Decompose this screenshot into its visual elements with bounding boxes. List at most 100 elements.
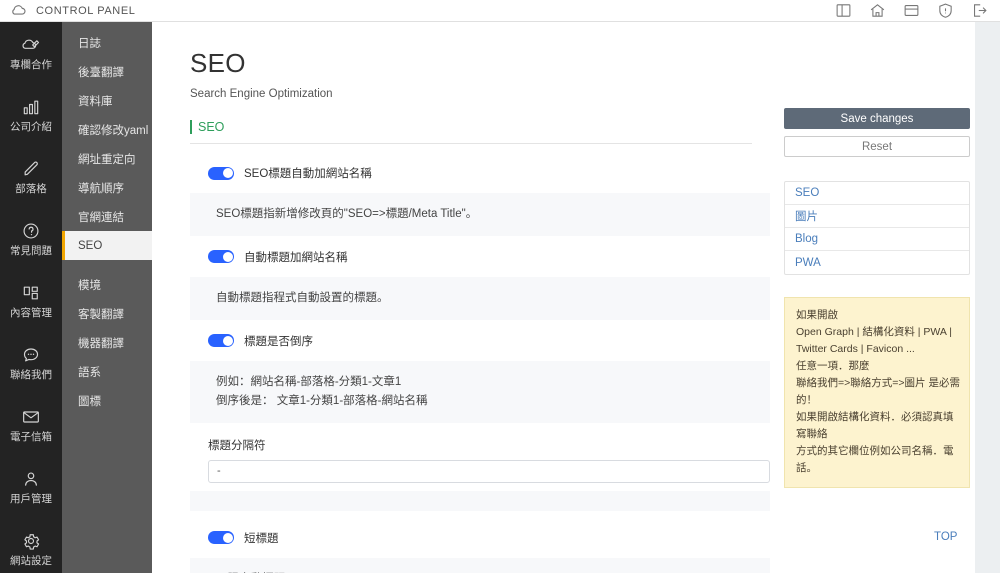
setting-row-short-title: 短標題只限自動標題例如: 網站名稱-部落格-分類1-文章1短標題：網站名稱-文章… [190,527,770,573]
subnav-item-7[interactable]: 官網連結 [62,202,152,231]
sidebar-item-5[interactable]: 內容管理 [0,270,62,332]
subnav-item-6[interactable]: 導航順序 [62,173,152,202]
separator-input[interactable] [208,459,770,483]
quick-link-2[interactable]: 圖片 [785,205,969,228]
separator-field-block: 標題分隔符 [190,437,770,511]
subnav-item-12[interactable]: 語系 [62,357,152,386]
subnav-item-5[interactable]: 網址重定向 [62,144,152,173]
sidebar-item-8[interactable]: 用戶管理 [0,456,62,518]
subnav-item-label: 導航順序 [78,182,124,195]
toggle-label: 標題是否倒序 [244,335,313,348]
subnav-item-label: 後臺翻譯 [78,66,124,79]
quick-link-label: PWA [795,256,821,269]
setting-row-title-reverse-order: 標題是否倒序例如：網站名稱-部落格-分類1-文章1 倒序後是： 文章1-分類1-部… [190,330,770,423]
toggle-label: SEO標題自動加網站名稱 [244,168,372,180]
toggle-short-title[interactable] [208,531,234,545]
toggle-line: 自動標題加網站名稱 [190,246,770,268]
field-spacer [190,490,770,511]
sidebar-item-label: 常見問題 [10,245,52,258]
page-header: SEO Search Engine Optimization [152,22,975,100]
pencil-icon [21,159,41,179]
subnav-item-1[interactable]: 日誌 [62,28,152,57]
subnav-item-label: SEO [78,239,103,252]
subnav-item-2[interactable]: 後臺翻譯 [62,57,152,86]
quick-link-label: SEO [795,187,820,199]
panel-layout-icon[interactable] [835,2,852,19]
toggle-auto-title-append-sitename[interactable] [208,250,234,264]
subnav-item-label: 圖標 [78,395,101,408]
description-line: 倒序後是： 文章1-分類1-部落格-網站名稱 [216,394,428,407]
sidebar-item-3[interactable]: 部落格 [0,146,62,208]
subnav-item-label: 確認修改yaml [78,124,149,137]
sidebar-item-1[interactable]: 專欄合作 [0,22,62,84]
sidebar-item-9[interactable]: 網站設定 [0,518,62,573]
sidebar-item-6[interactable]: 聯絡我們 [0,332,62,394]
window-icon[interactable] [903,2,920,19]
right-gutter [975,22,1000,573]
setting-row-auto-title-append-sitename: 自動標題加網站名稱自動標題指程式自動設置的標題。 [190,246,770,320]
subnav-item-4[interactable]: 確認修改yaml [62,115,152,144]
scroll-to-top-link[interactable]: TOP [934,531,957,543]
subnav-item-8[interactable]: SEO [62,231,152,260]
secondary-nav: 日誌後臺翻譯資料庫確認修改yaml 網址重定向導航順序官網連結 SEO 模境客製翻譯機… [62,22,152,573]
sidebar-item-label: 專欄合作 [10,59,52,72]
sidebar-item-label: 內容管理 [10,307,52,320]
settings-list: SEO標題自動加網站名稱 SEO標題指新增修改頁的"SEO=>標題/Meta Ti… [190,144,770,573]
subnav-gap [62,260,152,270]
reset-button[interactable]: Reset [784,136,970,157]
subnav-item-10[interactable]: 客製翻譯 [62,299,152,328]
save-changes-button[interactable]: Save changes [784,108,970,129]
setting-description: 例如：網站名稱-部落格-分類1-文章1 倒序後是： 文章1-分類1-部落格-網站名… [190,360,770,423]
setting-description: 只限自動標題例如: 網站名稱-部落格-分類1-文章1短標題：網站名稱-文章1(3… [190,557,770,573]
primary-sidebar: 專欄合作公司介紹部落格常見問題內容管理聯絡我們電子信箱用戶管理網站設定連文西 [0,22,62,573]
layout-blocks-icon [21,283,41,303]
logout-icon[interactable] [971,2,988,19]
subnav-item-label: 模境 [78,279,101,292]
setting-description: SEO標題指新增修改頁的"SEO=>標題/Meta Title"。 [190,193,770,236]
subnav-item-13[interactable]: 圖標 [62,386,152,415]
separator-field-label: 標題分隔符 [208,439,266,452]
quick-link-1[interactable]: SEO [785,182,969,205]
description-line: SEO標題指新增修改頁的"SEO=>標題/Meta Title"。 [216,208,478,220]
quick-link-4[interactable]: PWA [785,251,969,274]
subnav-item-label: 語系 [78,366,101,379]
info-note: 如果開啟 Open Graph | 結構化資料 | PWA | Twitter … [784,297,970,488]
subnav-item-label: 資料庫 [78,95,113,108]
gear-icon [21,531,41,551]
quick-link-label: Blog [795,233,819,245]
sidebar-item-2[interactable]: 公司介紹 [0,84,62,146]
sidebar-item-label: 部落格 [15,183,47,196]
subnav-item-label: 客製翻譯 [78,308,124,321]
subnav-item-11[interactable]: 機器翻譯 [62,328,152,357]
envelope-icon [21,407,41,427]
user-icon [21,469,41,489]
home-icon[interactable] [869,2,886,19]
toggle-title-reverse-order[interactable] [208,334,234,348]
subnav-item-3[interactable]: 資料庫 [62,86,152,115]
description-line: 自動標題指程式自動設置的標題。 [216,291,389,304]
chat-bubble-icon [21,345,41,365]
sidebar-item-4[interactable]: 常見問題 [0,208,62,270]
quick-link-list: SEO 圖片 Blog PWA [784,181,970,275]
control-panel-app: CONTROL PANEL 專欄合作 公司介紹 部落格 常見問題 內容管理 聯絡… [0,0,1000,573]
top-bar: CONTROL PANEL [0,0,1000,22]
subnav-item-label: 日誌 [78,37,101,50]
info-note-text: 如果開啟 Open Graph | 結構化資料 | PWA | Twitter … [796,309,960,474]
sidebar-item-label: 公司介紹 [10,121,52,134]
top-bar-brand: CONTROL PANEL [0,2,136,19]
page-subtitle: Search Engine Optimization [190,88,333,100]
subnav-item-label: 機器翻譯 [78,337,124,350]
description-line: 例如：網站名稱-部落格-分類1-文章1 [216,375,402,388]
toggle-seo-title-append-sitename[interactable] [208,166,234,180]
subnav-item-label: 官網連結 [78,211,124,224]
toggle-line: SEO標題自動加網站名稱 [190,162,770,184]
cloud-icon [10,2,27,19]
section-tab: SEO [190,118,752,144]
shield-icon[interactable] [937,2,954,19]
quick-link-3[interactable]: Blog [785,228,969,251]
subnav-item-9[interactable]: 模境 [62,270,152,299]
cloud-pen-icon [21,35,41,55]
sidebar-item-label: 聯絡我們 [10,369,52,382]
setting-description: 自動標題指程式自動設置的標題。 [190,276,770,320]
sidebar-item-7[interactable]: 電子信箱 [0,394,62,456]
